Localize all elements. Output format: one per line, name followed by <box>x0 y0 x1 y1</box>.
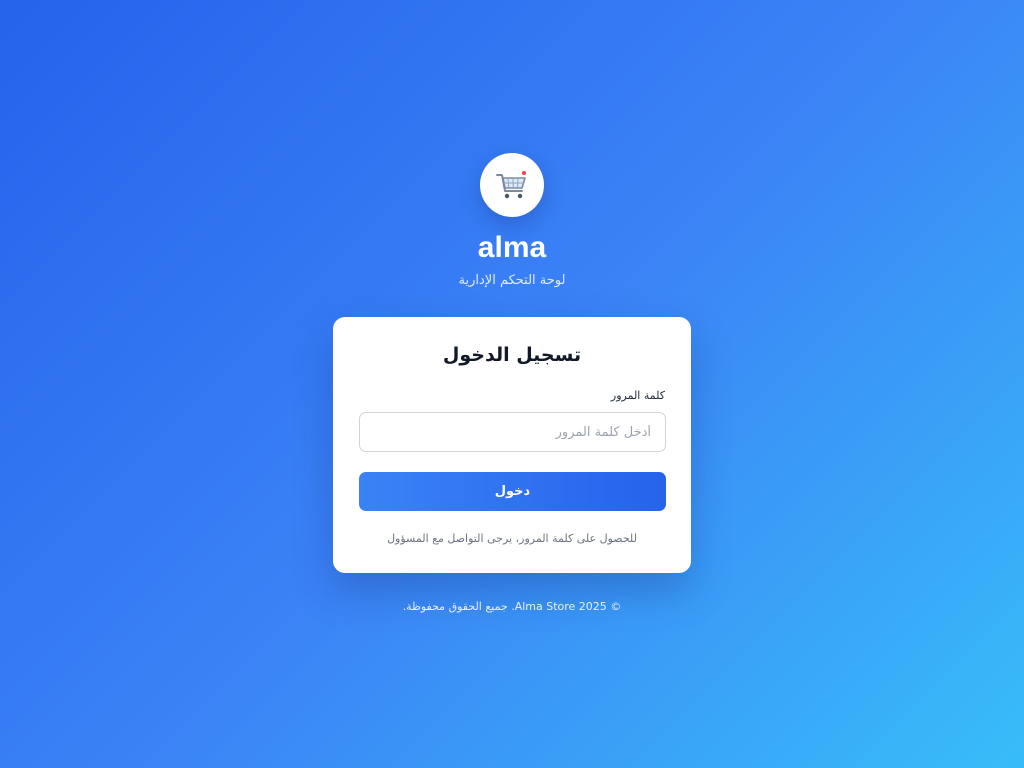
login-button[interactable]: دخول <box>359 472 666 511</box>
footer-copyright: © 2025 Alma Store. جميع الحقوق محفوظة. <box>402 600 622 613</box>
password-label: كلمة المرور <box>610 389 665 402</box>
login-page: alma لوحة التحكم الإدارية تسجيل الدخول ك… <box>0 0 1024 768</box>
login-title: تسجيل الدخول <box>442 344 582 366</box>
password-help-text: للحصول على كلمة المرور، يرجى التواصل مع … <box>387 532 637 545</box>
login-card: تسجيل الدخول كلمة المرور دخول للحصول على… <box>333 317 691 573</box>
password-input[interactable] <box>359 412 666 452</box>
brand-subtitle: لوحة التحكم الإدارية <box>458 273 566 288</box>
logo-badge <box>480 153 544 217</box>
shopping-cart-icon <box>496 171 526 199</box>
brand-name: alma <box>477 231 547 264</box>
